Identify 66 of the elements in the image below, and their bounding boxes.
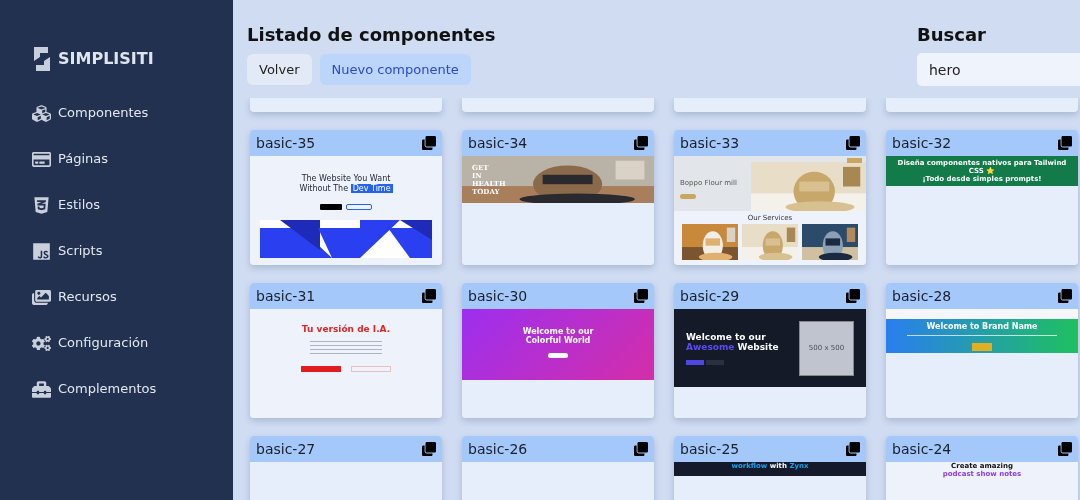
preview-button xyxy=(686,359,704,365)
preview-button xyxy=(706,359,724,365)
page-title: Listado de componentes xyxy=(247,23,496,47)
preview-button xyxy=(351,365,391,372)
copy-icon[interactable] xyxy=(1058,442,1072,456)
preview-button xyxy=(680,194,696,199)
copy-icon[interactable] xyxy=(846,442,860,456)
component-card[interactable]: basic-26 xyxy=(462,436,654,500)
component-name: basic-29 xyxy=(680,286,740,306)
component-name: basic-35 xyxy=(256,133,316,153)
preview-button xyxy=(346,204,372,210)
component-name: basic-30 xyxy=(468,286,528,306)
search-field[interactable]: hero xyxy=(917,53,1080,86)
gears-icon xyxy=(32,333,51,353)
copy-icon[interactable] xyxy=(846,136,860,150)
copy-icon[interactable] xyxy=(634,442,648,456)
sidebar-item[interactable]: Estilos xyxy=(32,193,201,217)
preview-button xyxy=(847,158,862,163)
component-card[interactable]: basic-35 The Website You Want Without The Dev Time xyxy=(250,130,442,265)
component-name: basic-28 xyxy=(892,286,952,306)
component-name: basic-26 xyxy=(468,439,528,459)
copy-icon[interactable] xyxy=(422,442,436,456)
brand-name: SIMPLISITI xyxy=(58,48,154,70)
copy-icon[interactable] xyxy=(1058,136,1072,150)
toolbox-icon xyxy=(32,379,51,399)
sidebar-item[interactable]: Páginas xyxy=(32,147,201,171)
preview-button xyxy=(972,343,992,351)
preview-button xyxy=(320,204,342,210)
copy-icon[interactable] xyxy=(634,136,648,150)
component-name: basic-24 xyxy=(892,439,952,459)
preview-headline: Welcome to our Awesome Website xyxy=(686,331,780,352)
cubes-icon xyxy=(32,103,51,123)
sidebar-item[interactable]: Recursos xyxy=(32,285,201,309)
preview-button xyxy=(548,353,568,358)
preview-button xyxy=(301,365,341,372)
copy-icon[interactable] xyxy=(422,136,436,150)
component-name: basic-33 xyxy=(680,133,740,153)
js-icon xyxy=(32,241,51,261)
component-card[interactable]: basic-31 Tu versión de I.A. xyxy=(250,283,442,418)
copy-icon[interactable] xyxy=(1058,289,1072,303)
copy-icon[interactable] xyxy=(634,289,648,303)
component-card[interactable]: basic-30 Welcome to our Colorful World xyxy=(462,283,654,418)
component-name: basic-27 xyxy=(256,439,316,459)
sidebar-item[interactable]: Componentes xyxy=(32,101,201,125)
card-icon xyxy=(32,149,51,169)
preview-headline: Welcome to Brand Name xyxy=(926,322,1038,332)
sidebar-item[interactable]: Scripts xyxy=(32,239,201,263)
component-name: basic-34 xyxy=(468,133,528,153)
component-card[interactable]: basic-28 Welcome to Brand Name xyxy=(886,283,1078,418)
copy-icon[interactable] xyxy=(422,289,436,303)
preview-headline: The Website You Want Without The Dev Time xyxy=(299,174,393,194)
images-icon xyxy=(32,287,51,307)
logo-icon xyxy=(32,45,52,73)
new-component-button[interactable]: Nuevo componente xyxy=(319,54,471,85)
search-label: Buscar xyxy=(917,23,987,47)
component-name: basic-32 xyxy=(892,133,952,153)
preview-headline: Welcome to our Colorful World xyxy=(522,327,594,345)
css-icon xyxy=(32,195,51,215)
sidebar-item[interactable]: Complementos xyxy=(32,377,201,401)
component-name: basic-25 xyxy=(680,439,740,459)
component-name: basic-31 xyxy=(256,286,316,306)
copy-icon[interactable] xyxy=(846,289,860,303)
component-card[interactable]: basic-27 xyxy=(250,436,442,500)
preview-headline: Tu versión de I.A. xyxy=(301,323,391,336)
back-button[interactable]: Volver xyxy=(247,54,312,85)
sidebar-item[interactable]: Configuración xyxy=(32,331,201,355)
